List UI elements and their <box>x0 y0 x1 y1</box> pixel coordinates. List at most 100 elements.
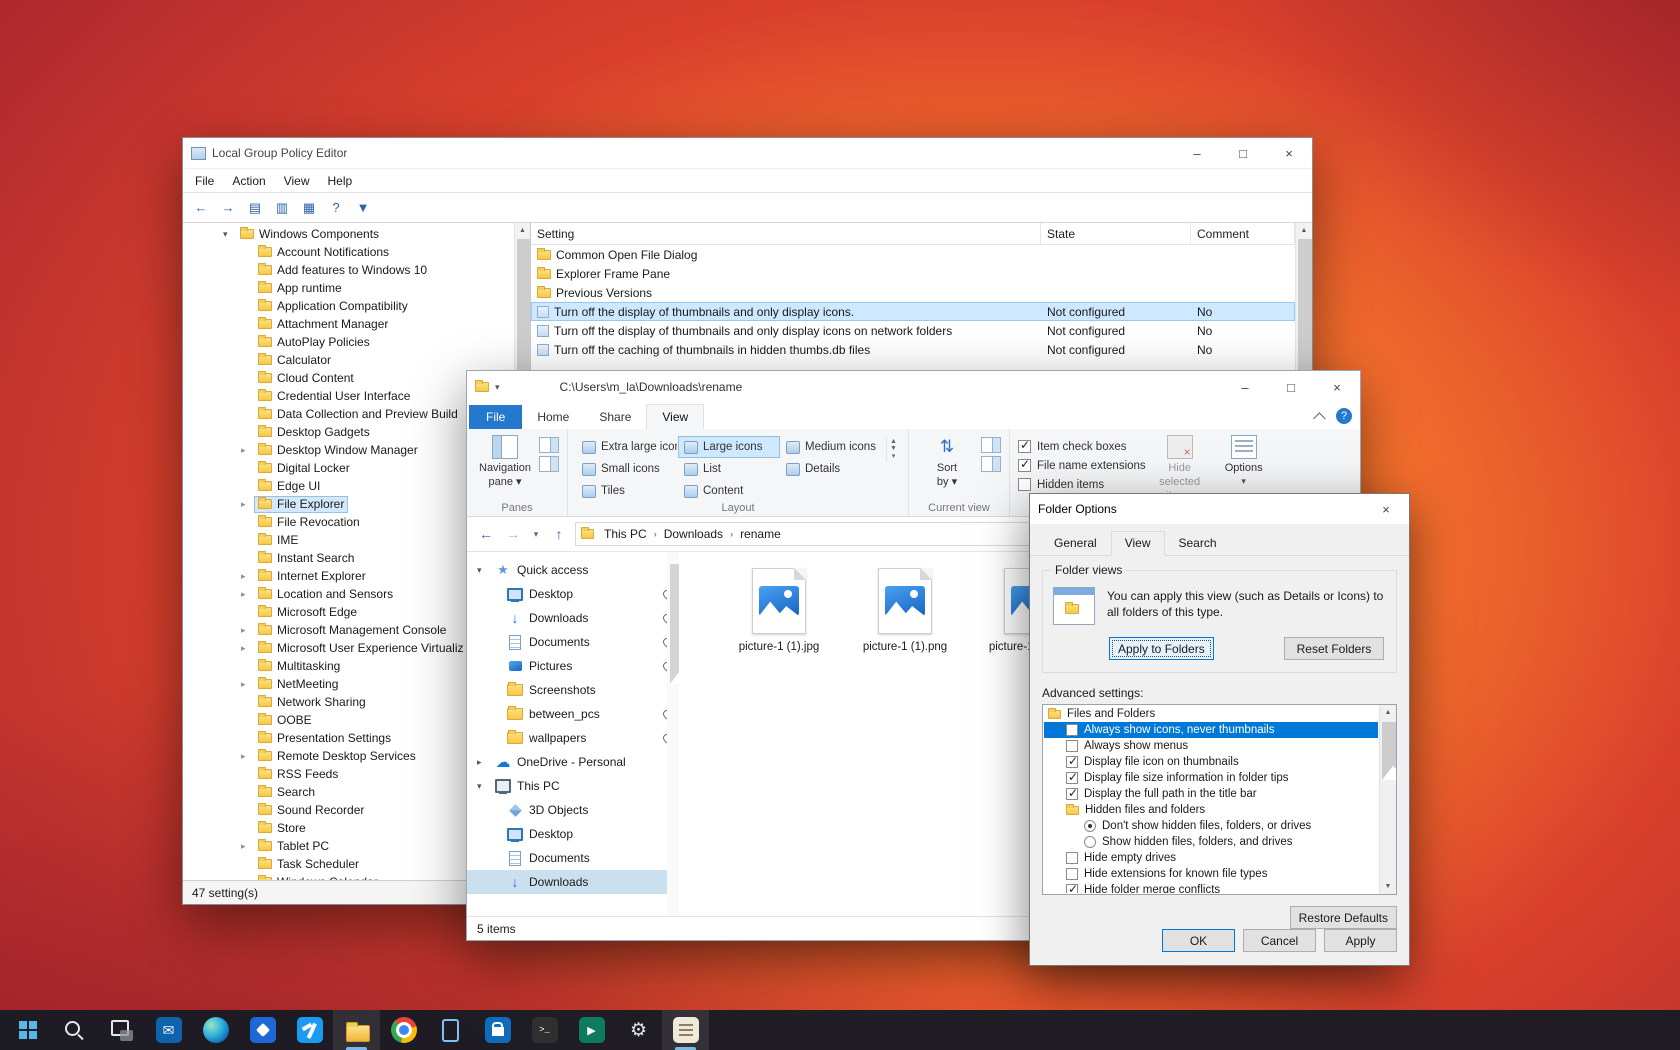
forward-icon[interactable]: → <box>216 196 240 220</box>
help-icon[interactable]: ? <box>324 196 348 220</box>
quick-access-toolbar-arrow-icon[interactable]: ▾ <box>495 382 500 393</box>
expand-chevron-icon[interactable] <box>241 751 254 762</box>
tree-item-windows-components[interactable]: Windows Components <box>183 225 514 243</box>
ribbon-checkbox[interactable]: Hidden items <box>1018 475 1146 494</box>
cancel-button[interactable]: Cancel <box>1243 929 1316 952</box>
sidebar-item[interactable]: Quick access <box>467 558 679 582</box>
options-button[interactable]: Options ▾ <box>1214 433 1274 487</box>
add-columns-icon[interactable] <box>981 456 1001 472</box>
tree-item[interactable]: Credential User Interface <box>183 387 514 405</box>
breadcrumb-item[interactable]: rename › <box>735 527 786 541</box>
filter-icon[interactable]: ▼ <box>351 196 375 220</box>
tree-item[interactable]: Presentation Settings <box>183 729 514 747</box>
layout-option[interactable]: Large icons <box>678 436 780 458</box>
gpedit-app-button[interactable] <box>662 1010 709 1050</box>
expand-chevron-icon[interactable] <box>241 643 254 654</box>
tree-item[interactable]: Account Notifications <box>183 243 514 261</box>
collapse-chevron-icon[interactable] <box>223 229 236 240</box>
settings-app-button[interactable] <box>615 1010 662 1050</box>
phone-link-app-button[interactable] <box>427 1010 474 1050</box>
advanced-setting-row[interactable]: Hide folder merge conflicts <box>1044 882 1378 893</box>
show-console-tree-icon[interactable]: ▤ <box>243 196 267 220</box>
ribbon-tab[interactable]: Home <box>522 405 584 429</box>
navigation-pane-button[interactable]: Navigation pane ▾ <box>475 433 535 490</box>
tree-item[interactable]: NetMeeting <box>183 675 514 693</box>
close-button[interactable]: × <box>1363 494 1409 524</box>
start-button[interactable] <box>4 1010 51 1050</box>
dialog-tab[interactable]: View <box>1111 531 1165 556</box>
sidebar-item[interactable]: between_pcs <box>467 702 679 726</box>
tree-item[interactable]: Sound Recorder <box>183 801 514 819</box>
maximize-button[interactable]: □ <box>1268 371 1314 403</box>
scrollbar-thumb[interactable] <box>1382 722 1397 780</box>
layout-option[interactable]: Tiles <box>576 480 678 502</box>
menu-item[interactable]: View <box>276 171 318 191</box>
back-icon[interactable]: ← <box>189 196 213 220</box>
policy-row[interactable]: Turn off the caching of thumbnails in hi… <box>531 340 1295 359</box>
tree-item[interactable]: Cloud Content <box>183 369 514 387</box>
up-button[interactable]: ↑ <box>548 523 570 545</box>
sidebar-item[interactable]: 3D Objects <box>467 798 679 822</box>
mail-app-button[interactable] <box>145 1010 192 1050</box>
menu-item[interactable]: Action <box>224 171 273 191</box>
tree-item[interactable]: Attachment Manager <box>183 315 514 333</box>
ok-button[interactable]: OK <box>1162 929 1235 952</box>
vscode-app-button[interactable] <box>286 1010 333 1050</box>
tree-item[interactable]: Add features to Windows 10 <box>183 261 514 279</box>
tree-item[interactable]: Location and Sensors <box>183 585 514 603</box>
tree-item[interactable]: Multitasking <box>183 657 514 675</box>
breadcrumb-item[interactable]: Downloads › <box>659 527 735 541</box>
tree-item[interactable]: IME <box>183 531 514 549</box>
tree-item[interactable]: Instant Search <box>183 549 514 567</box>
menu-item[interactable]: File <box>187 171 222 191</box>
tree-item[interactable]: Calculator <box>183 351 514 369</box>
layout-option[interactable]: Details <box>780 458 882 480</box>
tree-item[interactable]: Desktop Gadgets <box>183 423 514 441</box>
scroll-up-icon[interactable]: ▲ <box>515 223 530 238</box>
column-header[interactable]: State <box>1041 223 1191 244</box>
tree-item[interactable]: Desktop Window Manager <box>183 441 514 459</box>
tree-item[interactable]: Data Collection and Preview Build <box>183 405 514 423</box>
restore-defaults-button[interactable]: Restore Defaults <box>1290 906 1397 929</box>
policy-row[interactable]: Common Open File Dialog <box>531 245 1295 264</box>
terminal-app-button[interactable] <box>521 1010 568 1050</box>
tree-item[interactable]: App runtime <box>183 279 514 297</box>
menu-item[interactable]: Help <box>320 171 361 191</box>
preview-pane-icon[interactable] <box>539 437 559 453</box>
store-app-button[interactable] <box>474 1010 521 1050</box>
file-explorer-app-button[interactable] <box>333 1010 380 1050</box>
ribbon-tab[interactable]: View <box>646 404 704 429</box>
sidebar-scrollbar[interactable] <box>667 552 679 916</box>
sidebar-item[interactable]: Desktop <box>467 582 679 606</box>
advanced-setting-row[interactable]: Display the full path in the title bar <box>1044 786 1378 802</box>
policy-row[interactable]: Turn off the display of thumbnails and o… <box>531 321 1295 340</box>
expand-chevron-icon[interactable] <box>477 565 489 576</box>
sidebar-item[interactable]: Pictures <box>467 654 679 678</box>
tree-item[interactable]: Store <box>183 819 514 837</box>
sidebar-item[interactable]: This PC <box>467 774 679 798</box>
properties-icon[interactable]: ▦ <box>297 196 321 220</box>
layout-option[interactable]: Content <box>678 480 780 502</box>
tree-item[interactable]: Microsoft User Experience Virtualiz <box>183 639 514 657</box>
expand-chevron-icon[interactable] <box>241 841 254 852</box>
column-header[interactable]: Comment <box>1191 223 1295 244</box>
scrollbar-thumb[interactable] <box>670 564 679 684</box>
policy-row[interactable]: Turn off the display of thumbnails and o… <box>531 302 1295 321</box>
tree-item[interactable]: File Explorer <box>183 495 514 513</box>
advanced-setting-row[interactable]: Hidden files and folders <box>1044 802 1378 818</box>
tree-item[interactable]: Tablet PC <box>183 837 514 855</box>
tree-item[interactable]: Internet Explorer <box>183 567 514 585</box>
advanced-setting-row[interactable]: Display file size information in folder … <box>1044 770 1378 786</box>
sidebar-item[interactable]: Screenshots <box>467 678 679 702</box>
back-button[interactable]: ← <box>475 523 497 545</box>
ribbon-tab[interactable]: File <box>469 405 522 429</box>
file-item[interactable]: picture-1 (1).png <box>855 568 955 655</box>
ribbon-checkbox[interactable]: Item check boxes <box>1018 437 1146 456</box>
sidebar-item[interactable]: Desktop <box>467 822 679 846</box>
export-list-icon[interactable]: ▥ <box>270 196 294 220</box>
expand-chevron-icon[interactable] <box>241 679 254 690</box>
column-header[interactable]: Setting <box>531 223 1041 244</box>
advanced-setting-row[interactable]: Files and Folders <box>1044 706 1378 722</box>
apply-button[interactable]: Apply <box>1324 929 1397 952</box>
sidebar-item[interactable]: Documents <box>467 630 679 654</box>
